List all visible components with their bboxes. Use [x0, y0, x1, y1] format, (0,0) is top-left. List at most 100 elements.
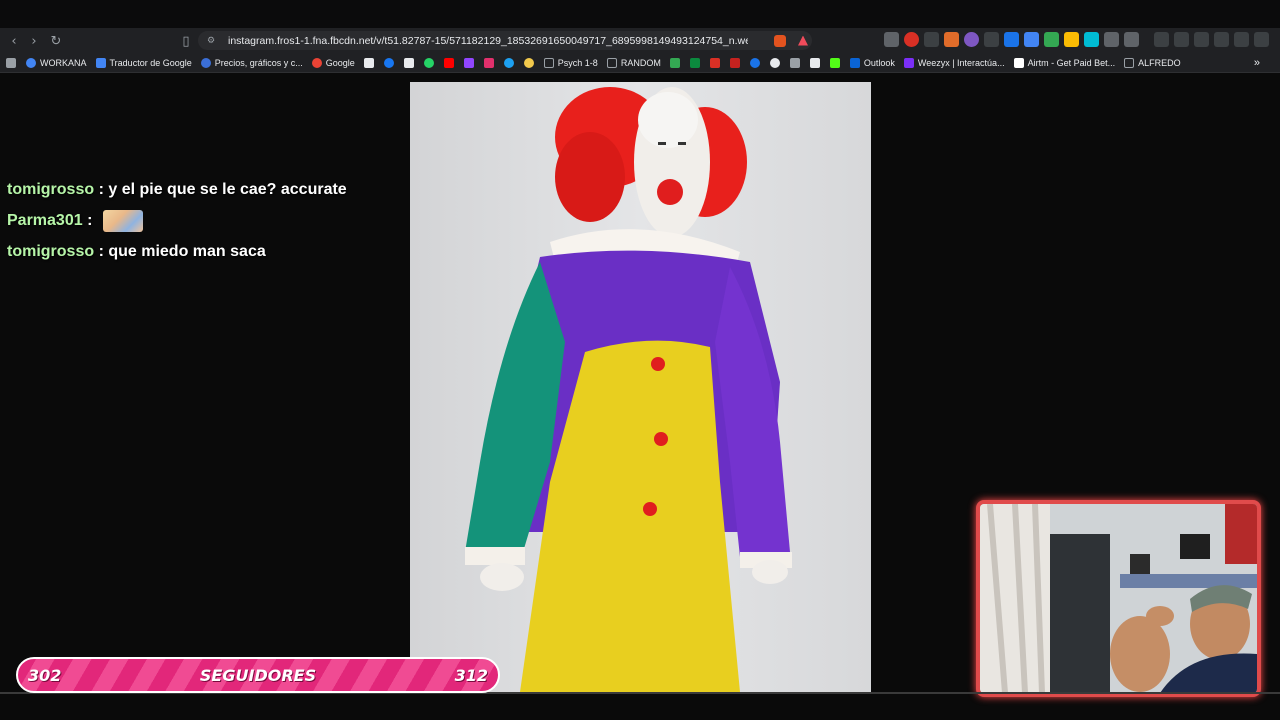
extension-icon[interactable] — [1084, 32, 1099, 47]
window-top-bar — [0, 0, 1280, 28]
bookmark-google[interactable]: Google — [311, 58, 355, 68]
bookmark-icon[interactable] — [523, 58, 534, 68]
folder-icon — [543, 58, 554, 68]
facebook-icon[interactable] — [383, 58, 394, 68]
back-icon[interactable]: ‹ — [4, 31, 24, 51]
bookmark-label: RANDOM — [620, 58, 661, 68]
bookmark-airtm[interactable]: Airtm - Get Paid Bet... — [1013, 58, 1116, 68]
url-text: instagram.fros1-1.fna.fbcdn.net/v/t51.82… — [228, 34, 748, 47]
extension-icon[interactable] — [1064, 32, 1079, 47]
kick-icon[interactable] — [829, 58, 840, 68]
twitch-icon[interactable] — [463, 58, 474, 68]
extension-icon[interactable] — [904, 32, 919, 47]
tiktok-icon[interactable] — [363, 58, 374, 68]
menu-icon[interactable] — [1254, 32, 1269, 47]
bookmarks-bar: WORKANA Traductor de Google Precios, grá… — [0, 54, 1280, 73]
puzzle-icon[interactable] — [1124, 32, 1139, 47]
brave-shield-icon[interactable] — [774, 34, 786, 47]
apps-icon[interactable] — [6, 58, 16, 68]
extension-icon[interactable] — [884, 32, 899, 47]
bookmark-icon[interactable] — [709, 58, 720, 68]
bookmark-label: WORKANA — [40, 58, 87, 68]
extension-icon[interactable] — [924, 32, 939, 47]
chat-message: Parma301 : — [7, 205, 347, 236]
wallet-icon[interactable] — [1194, 32, 1209, 47]
bookmark-icon[interactable] — [809, 58, 820, 68]
chat-username: tomigrosso — [7, 242, 95, 260]
chat-message: tomigrosso : y el pie que se le cae? acc… — [7, 174, 347, 205]
clown-photo — [410, 82, 871, 692]
airtm-icon — [1013, 58, 1024, 68]
instagram-icon[interactable] — [483, 58, 494, 68]
chat-username: Parma301 — [7, 211, 83, 229]
bookmark-alfredo[interactable]: ALFREDO — [1124, 58, 1181, 68]
bookmark-icon[interactable] — [689, 58, 700, 68]
bookmark-icon[interactable]: ▯ — [176, 31, 196, 51]
bookmark-label: Weezyx | Interactúa... — [917, 58, 1005, 68]
bookmark-icon[interactable] — [749, 58, 760, 68]
clown-costume-image — [465, 87, 792, 692]
extension-icon[interactable] — [1044, 32, 1059, 47]
google-icon — [311, 58, 322, 68]
extension-icon[interactable] — [1024, 32, 1039, 47]
bookmark-label: Precios, gráficos y c... — [214, 58, 303, 68]
chat-message: tomigrosso : que miedo man saca — [7, 236, 347, 267]
goal-current: 302 — [28, 665, 62, 685]
follower-goal-bar: 302 SEGUIDORES 312 — [16, 657, 500, 693]
webcam-feed — [980, 504, 1257, 693]
chat-text: : que miedo man saca — [94, 242, 266, 260]
more-bookmarks-icon[interactable]: » — [1254, 57, 1260, 69]
bookmark-label: ALFREDO — [1138, 58, 1181, 68]
bookmark-label: Airtm - Get Paid Bet... — [1027, 58, 1116, 68]
x-icon[interactable] — [403, 58, 414, 68]
chat-overlay: tomigrosso : y el pie que se le cae? acc… — [7, 174, 347, 267]
reload-icon[interactable]: ↻ — [46, 31, 66, 51]
bookmark-icon[interactable] — [669, 58, 680, 68]
outlook-icon — [849, 58, 860, 68]
bookmark-icon[interactable] — [789, 58, 800, 68]
folder-icon — [606, 58, 617, 68]
goal-target: 312 — [454, 665, 488, 685]
bookmark-outlook[interactable]: Outlook — [849, 58, 895, 68]
bookmark-random[interactable]: RANDOM — [606, 58, 661, 68]
bookmark-label: Google — [325, 58, 355, 68]
extension-icon[interactable] — [1104, 32, 1119, 47]
bookmark-label: Traductor de Google — [109, 58, 192, 68]
bookmark-icon[interactable] — [729, 58, 740, 68]
sidebar-icon[interactable] — [1174, 32, 1189, 47]
weezyx-icon — [903, 58, 914, 68]
bookmark-precios[interactable]: Precios, gráficos y c... — [200, 58, 303, 68]
extension-icon[interactable] — [944, 32, 959, 47]
goal-label: SEGUIDORES — [199, 665, 317, 685]
globe-icon — [200, 58, 211, 68]
youtube-icon[interactable] — [443, 58, 454, 68]
forward-icon[interactable]: › — [24, 31, 44, 51]
leo-icon[interactable] — [1214, 32, 1229, 47]
emote-image — [102, 209, 143, 232]
extensions-row — [884, 32, 1269, 47]
bookmark-label: Psych 1-8 — [557, 58, 598, 68]
chat-username: tomigrosso — [7, 180, 95, 198]
page-content: tomigrosso : y el pie que se le cae? acc… — [0, 74, 1280, 720]
chat-text: : — [82, 211, 97, 229]
bookmark-icon[interactable] — [503, 58, 514, 68]
extension-icon[interactable] — [1004, 32, 1019, 47]
address-bar[interactable]: ⚙ instagram.fros1-1.fna.fbcdn.net/v/t51.… — [198, 31, 812, 50]
media-icon[interactable] — [1154, 32, 1169, 47]
extension-icon[interactable] — [984, 32, 999, 47]
bookmark-workana[interactable]: WORKANA — [26, 58, 87, 68]
extension-icon[interactable] — [964, 32, 979, 47]
translate-icon — [95, 58, 106, 68]
site-settings-icon[interactable]: ⚙ — [206, 36, 216, 46]
bookmark-translate[interactable]: Traductor de Google — [95, 58, 192, 68]
webcam-overlay — [976, 500, 1261, 697]
bookmark-label: Outlook — [863, 58, 895, 68]
chat-text: : y el pie que se le cae? accurate — [94, 180, 347, 198]
workana-icon — [26, 58, 36, 68]
bookmark-weezyx[interactable]: Weezyx | Interactúa... — [903, 58, 1005, 68]
bookmark-icon[interactable] — [769, 58, 780, 68]
rewards-icon[interactable] — [798, 35, 808, 46]
bookmark-psych[interactable]: Psych 1-8 — [543, 58, 598, 68]
whatsapp-icon[interactable] — [423, 58, 434, 68]
vpn-icon[interactable] — [1234, 32, 1249, 47]
